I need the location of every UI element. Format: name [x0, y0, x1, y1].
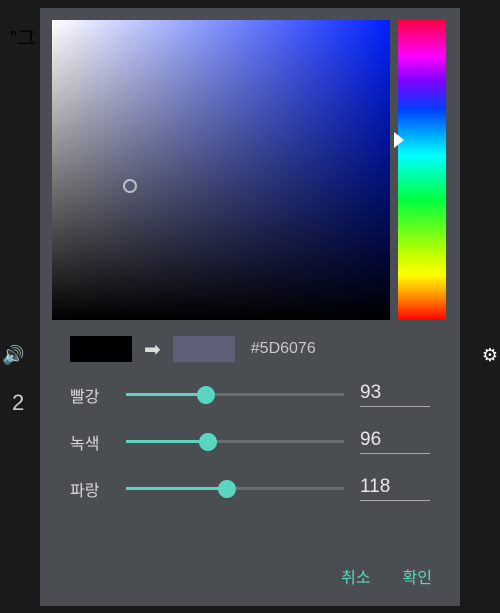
blue-row: 파랑 118: [70, 476, 430, 501]
cancel-button[interactable]: 취소: [341, 564, 370, 588]
color-preview-row: ➡ #5D6076: [40, 320, 460, 372]
red-label: 빨강: [70, 383, 110, 407]
red-value-input[interactable]: 93: [360, 382, 430, 407]
confirm-button[interactable]: 확인: [403, 564, 432, 588]
background-number: 2: [12, 390, 24, 416]
hex-value: #5D6076: [251, 340, 316, 358]
new-color-swatch: [173, 336, 235, 362]
blue-label: 파랑: [70, 477, 110, 501]
green-value-input[interactable]: 96: [360, 429, 430, 454]
blue-slider[interactable]: [126, 479, 344, 499]
rgb-controls: 빨강 93 녹색 96 파랑: [40, 372, 460, 523]
red-row: 빨강 93: [70, 382, 430, 407]
old-color-swatch: [70, 336, 132, 362]
gear-icon[interactable]: ⚙: [482, 345, 498, 366]
slider-thumb-icon[interactable]: [197, 386, 215, 404]
color-selection-area: [40, 8, 460, 320]
slider-thumb-icon[interactable]: [199, 433, 217, 451]
red-slider[interactable]: [126, 385, 344, 405]
slider-thumb-icon[interactable]: [218, 480, 236, 498]
saturation-value-panel[interactable]: [52, 20, 390, 320]
green-row: 녹색 96: [70, 429, 430, 454]
color-picker-dialog: ➡ #5D6076 빨강 93 녹색 96 파: [40, 8, 460, 606]
green-label: 녹색: [70, 430, 110, 454]
speaker-icon[interactable]: 🔊: [2, 345, 24, 366]
hue-cursor-icon[interactable]: [394, 132, 404, 148]
arrow-right-icon: ➡: [142, 337, 163, 362]
green-slider[interactable]: [126, 432, 344, 452]
sv-cursor-icon[interactable]: [123, 179, 137, 193]
hue-slider[interactable]: [398, 20, 446, 320]
background-partial-text: "그: [10, 22, 36, 51]
dialog-buttons: 취소 확인: [40, 548, 460, 606]
blue-value-input[interactable]: 118: [360, 476, 430, 501]
